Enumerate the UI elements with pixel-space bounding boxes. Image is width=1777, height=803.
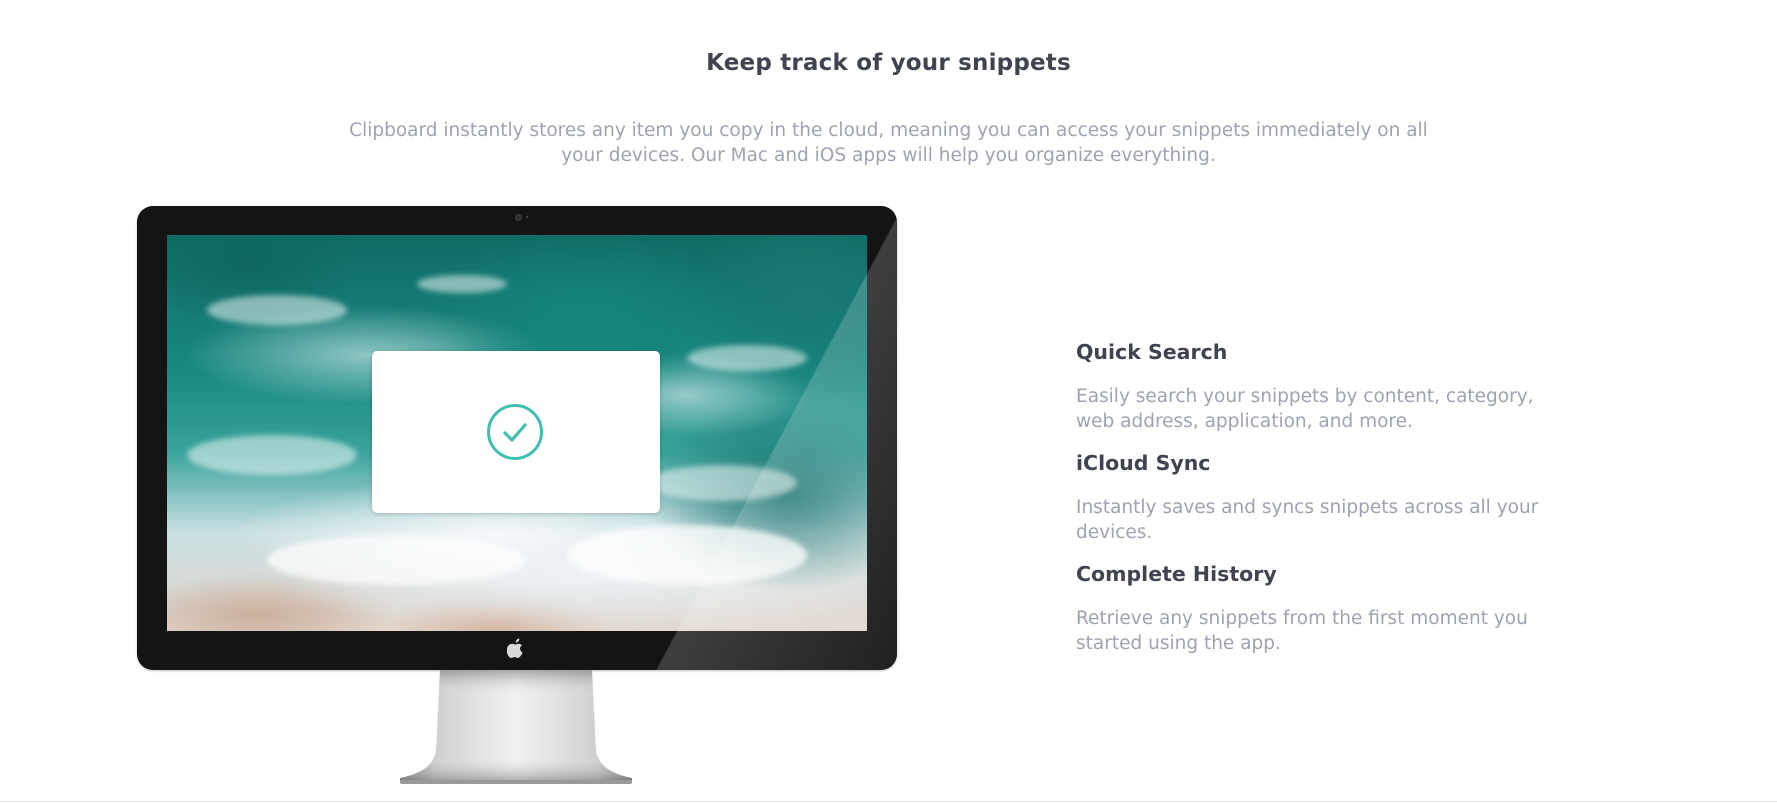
snippets-section: Keep track of your snippets Clipboard in… — [0, 0, 1777, 803]
wave-foam — [267, 535, 527, 585]
wave-foam — [187, 435, 357, 475]
camera-light — [526, 216, 528, 218]
wave-foam — [207, 295, 347, 325]
section-intro: Clipboard instantly stores any item you … — [349, 120, 1428, 166]
feature-title-icloud-sync: iCloud Sync — [1076, 451, 1211, 475]
feature-desc-complete-history: Retrieve any snippets from the first mom… — [1076, 608, 1528, 654]
monitor-illustration — [137, 206, 897, 670]
check-circle-icon — [487, 404, 543, 460]
camera-icon — [515, 214, 522, 221]
section-title: Keep track of your snippets — [706, 50, 1071, 76]
monitor-stand — [400, 670, 632, 784]
monitor-screen-ocean-image — [167, 235, 867, 631]
wave-foam — [567, 525, 807, 585]
section-divider — [0, 801, 1777, 802]
apple-icon — [507, 638, 523, 658]
success-dialog — [372, 351, 660, 513]
wave-foam — [417, 275, 507, 293]
feature-desc-quick-search: Easily search your snippets by content, … — [1076, 386, 1534, 432]
wave-foam — [687, 345, 807, 371]
feature-title-quick-search: Quick Search — [1076, 340, 1228, 364]
feature-desc-icloud-sync: Instantly saves and syncs snippets acros… — [1076, 497, 1539, 543]
feature-title-complete-history: Complete History — [1076, 562, 1277, 586]
wave-foam — [647, 465, 797, 501]
